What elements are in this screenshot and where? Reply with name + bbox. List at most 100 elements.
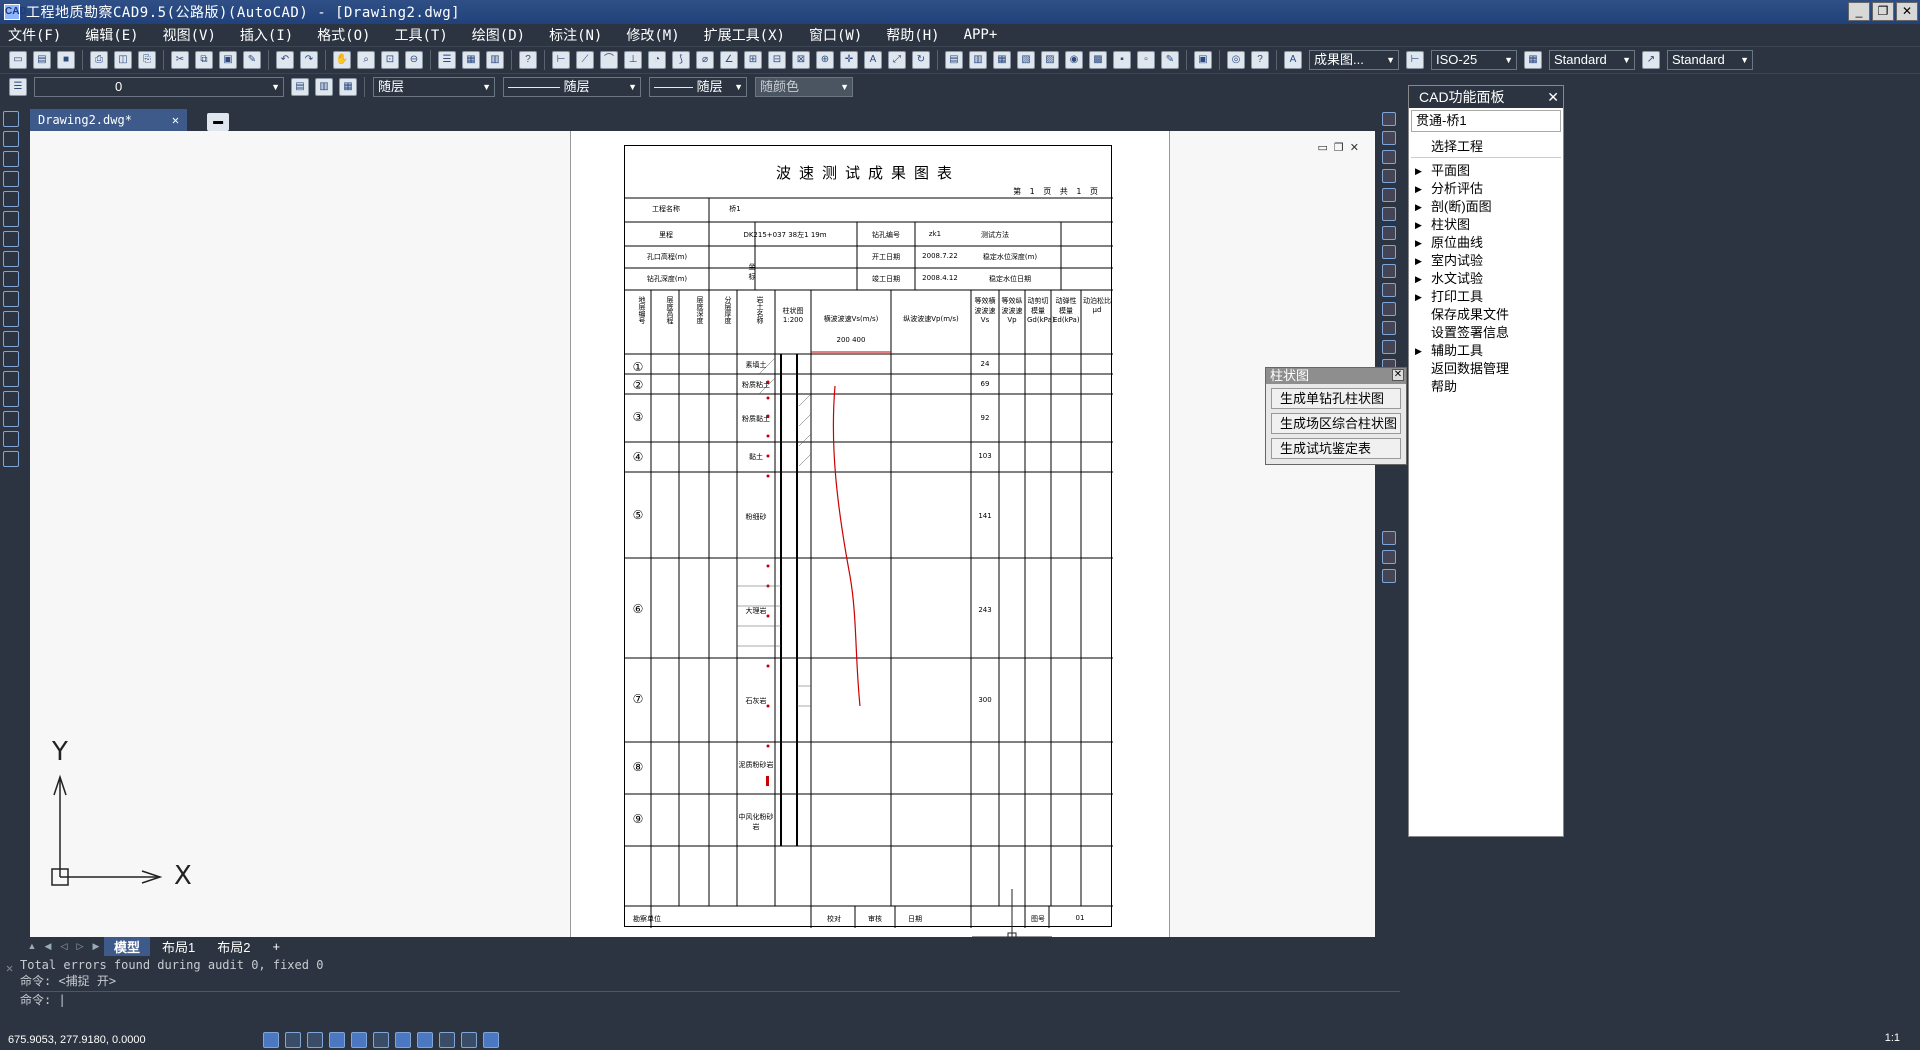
draworder-front-icon[interactable] xyxy=(1382,531,1396,545)
mleader-style-icon[interactable]: ↗ xyxy=(1642,50,1660,69)
offset-icon[interactable] xyxy=(1382,169,1396,183)
calculator-icon[interactable]: ▣ xyxy=(1194,50,1212,69)
print-preview-icon[interactable]: ◫ xyxy=(114,50,132,69)
plotstyle-select[interactable]: 随颜色 xyxy=(755,76,853,97)
snap-tracking-icon[interactable] xyxy=(373,1032,389,1048)
rotate-icon[interactable] xyxy=(1382,226,1396,240)
zoom-previous-icon[interactable]: ⊖ xyxy=(405,50,423,69)
text-style-icon[interactable]: A xyxy=(1284,50,1302,69)
construction-line-icon[interactable] xyxy=(3,131,19,147)
table-style-icon[interactable]: ▦ xyxy=(1524,50,1542,69)
linetype-select[interactable]: ———— 随层 xyxy=(503,76,641,97)
menu-extend-tools[interactable]: 扩展工具(X) xyxy=(704,25,785,45)
undo-icon[interactable]: ↶ xyxy=(276,50,294,69)
annotation-scale[interactable]: 1:1 xyxy=(1885,1032,1900,1044)
lineweight-select[interactable]: ——— 随层 xyxy=(649,76,747,97)
quick-dim-icon[interactable]: ⊞ xyxy=(744,50,762,69)
tab-layout2[interactable]: 布局2 xyxy=(207,937,260,956)
menu-insert[interactable]: 插入(I) xyxy=(240,25,293,45)
snap-mode-icon[interactable] xyxy=(263,1032,279,1048)
panel-item-analysis[interactable]: ▶ 分析评估 xyxy=(1409,180,1563,198)
open-file-icon[interactable]: ▤ xyxy=(33,50,51,69)
menu-format[interactable]: 格式(O) xyxy=(317,25,370,45)
polyline-icon[interactable] xyxy=(3,151,19,167)
mleader-style-select[interactable]: Standard xyxy=(1667,49,1753,70)
panel-item-aux-tools[interactable]: ▶ 辅助工具 xyxy=(1409,342,1563,360)
single-borehole-chart-button[interactable]: 生成单钻孔柱状图 xyxy=(1271,388,1401,409)
viewport-restore-icon[interactable]: ❐ xyxy=(1334,141,1344,154)
line-icon[interactable] xyxy=(3,111,19,127)
panel-item-lab-test[interactable]: ▶ 室内试验 xyxy=(1409,252,1563,270)
object-snap-icon[interactable] xyxy=(351,1032,367,1048)
layer-manager-icon[interactable]: ☰ xyxy=(9,77,27,96)
layer-tool-9-icon[interactable]: ▫ xyxy=(1137,50,1155,69)
lineweight-icon[interactable] xyxy=(439,1032,455,1048)
redo-icon[interactable]: ↷ xyxy=(300,50,318,69)
layer-tool-3-icon[interactable]: ▦ xyxy=(993,50,1011,69)
panel-item-signature-info[interactable]: 设置签署信息 xyxy=(1409,324,1563,342)
draworder-back-icon[interactable] xyxy=(1382,550,1396,564)
array-icon[interactable] xyxy=(1382,188,1396,202)
selection-cycling-icon[interactable] xyxy=(483,1032,499,1048)
polygon-icon[interactable] xyxy=(3,171,19,187)
dim-jogged-icon[interactable]: ⟆ xyxy=(672,50,690,69)
last-tab-arrow-icon[interactable]: ▶ xyxy=(90,940,102,952)
command-input[interactable]: 命令: | xyxy=(20,991,1400,1007)
prev-tab-arrow-icon[interactable]: ◀ xyxy=(42,940,54,952)
dim-continue-icon[interactable]: ⊠ xyxy=(792,50,810,69)
make-block-icon[interactable] xyxy=(3,351,19,367)
menu-window[interactable]: 窗口(W) xyxy=(809,25,862,45)
zoom-window-icon[interactable]: ⊡ xyxy=(381,50,399,69)
hatch-icon[interactable] xyxy=(3,391,19,407)
draworder-above-icon[interactable] xyxy=(1382,569,1396,583)
panel-item-save-results[interactable]: 保存成果文件 xyxy=(1409,306,1563,324)
dim-baseline-icon[interactable]: ⊟ xyxy=(768,50,786,69)
scale-icon[interactable] xyxy=(1382,245,1396,259)
minimize-button[interactable]: _ xyxy=(1848,2,1870,21)
pan-icon[interactable]: ✋ xyxy=(333,50,351,69)
make-current-layer-icon[interactable]: ▤ xyxy=(291,77,309,96)
extend-icon[interactable] xyxy=(1382,302,1396,316)
panel-close-icon[interactable]: ✕ xyxy=(1547,86,1559,108)
layer-state-icon[interactable]: ▦ xyxy=(339,77,357,96)
layer-select[interactable]: 0 xyxy=(34,76,284,97)
select-project-item[interactable]: 选择工程 xyxy=(1411,136,1561,158)
tab-model[interactable]: 模型 xyxy=(104,936,151,956)
layer-tool-8-icon[interactable]: ▪ xyxy=(1113,50,1131,69)
mtext-icon[interactable] xyxy=(3,451,19,467)
tab-layout1[interactable]: 布局1 xyxy=(152,937,205,956)
doc-tab-drawing2[interactable]: Drawing2.dwg* ✕ xyxy=(30,109,188,131)
region-icon[interactable] xyxy=(3,411,19,427)
panel-item-hydro-test[interactable]: ▶ 水文试验 xyxy=(1409,270,1563,288)
popup-close-icon[interactable]: ✕ xyxy=(1392,369,1404,381)
menu-edit[interactable]: 编辑(E) xyxy=(85,25,138,45)
erase-icon[interactable] xyxy=(1382,112,1396,126)
layer-tool-10-icon[interactable]: ✎ xyxy=(1161,50,1179,69)
dynamic-input-icon[interactable] xyxy=(417,1032,433,1048)
dim-diameter-icon[interactable]: ⌀ xyxy=(696,50,714,69)
dim-radius-icon[interactable]: ◔ xyxy=(648,50,666,69)
new-tab-icon[interactable]: ▬ xyxy=(207,113,230,131)
menu-view[interactable]: 视图(V) xyxy=(163,25,216,45)
rectangle-icon[interactable] xyxy=(3,191,19,207)
zoom-realtime-icon[interactable]: ⌕ xyxy=(357,50,375,69)
color-select[interactable]: 随层 xyxy=(373,76,495,97)
help-icon[interactable]: ? xyxy=(519,50,537,69)
menu-tools[interactable]: 工具(T) xyxy=(394,25,447,45)
dim-update-icon[interactable]: ↻ xyxy=(912,50,930,69)
site-composite-chart-button[interactable]: 生成场区综合柱状图 xyxy=(1271,413,1401,434)
dim-style-select[interactable]: ISO-25 xyxy=(1431,49,1517,70)
panel-item-insitu-curve[interactable]: ▶ 原位曲线 xyxy=(1409,234,1563,252)
table-style-select[interactable]: Standard xyxy=(1549,49,1635,70)
layer-tool-6-icon[interactable]: ◉ xyxy=(1065,50,1083,69)
dim-arc-icon[interactable]: ⌒ xyxy=(600,50,618,69)
center-mark-icon[interactable]: ✛ xyxy=(840,50,858,69)
insert-block-icon[interactable] xyxy=(3,331,19,347)
layer-tool-2-icon[interactable]: ▥ xyxy=(969,50,987,69)
dim-style-icon[interactable]: ⊢ xyxy=(1406,50,1424,69)
add-layout-button[interactable]: + xyxy=(262,939,290,954)
viewport-close-icon[interactable]: ✕ xyxy=(1350,141,1359,154)
grid-display-icon[interactable] xyxy=(285,1032,301,1048)
revision-cloud-icon[interactable] xyxy=(3,251,19,267)
menu-modify[interactable]: 修改(M) xyxy=(626,25,679,45)
